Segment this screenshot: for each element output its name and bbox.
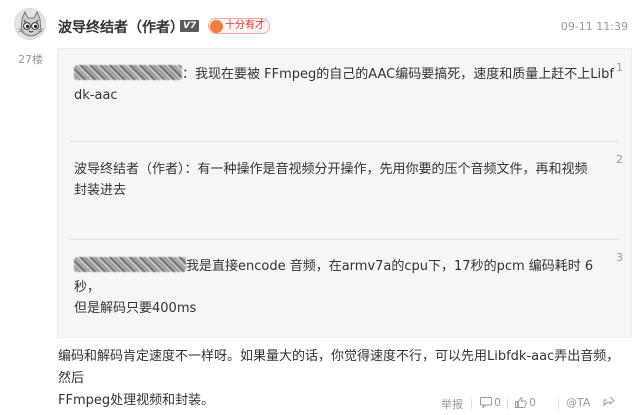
quote-item: 3 我是直接encode 音频，在armv7a的cpu下，17秒的pcm 编码耗… <box>58 241 631 337</box>
talent-badge[interactable]: 十分有才 <box>208 18 270 34</box>
action-divider <box>507 399 508 409</box>
thumbs-up-icon <box>515 397 527 408</box>
quote-line-1: ：有一种操作是音视频分开操作，先用你要的压个音频文件，再和视频 <box>184 162 588 177</box>
report-button[interactable]: 举报 <box>441 396 463 412</box>
avatar[interactable] <box>14 8 46 40</box>
quote-number: 1 <box>616 61 623 74</box>
quote-text: 我是直接encode 音频，在armv7a的cpu下，17秒的pcm 编码耗时 … <box>74 256 614 319</box>
quote-text: ：我现在要被 FFmpeg的自己的AAC编码要搞死，速度和质量上赶不上Libf … <box>74 64 614 106</box>
like-button[interactable]: 0 <box>515 396 536 409</box>
reply-count: 0 <box>494 396 501 409</box>
quote-number: 2 <box>616 153 623 166</box>
quote-line-1: ：我现在要被 FFmpeg的自己的AAC编码要搞死，速度和质量上赶不上Libf <box>182 67 614 82</box>
reply-line-1: 编码和解码肯定速度不一样呀。如果量大的话，你觉得速度不行，可以先用Libfdk-… <box>58 349 620 386</box>
quoted-replies: 1 ：我现在要被 FFmpeg的自己的AAC编码要搞死，速度和质量上赶不上Lib… <box>57 48 632 338</box>
reply-button[interactable]: 0 <box>480 396 501 409</box>
quote-divider <box>70 239 619 240</box>
level-badge[interactable]: V7 <box>180 20 200 32</box>
like-count: 0 <box>529 396 536 409</box>
action-divider <box>558 399 559 409</box>
quote-speaker[interactable]: 波导终结者（作者） <box>74 162 185 177</box>
medal-icon <box>210 19 223 33</box>
talent-badge-label: 十分有才 <box>225 20 265 31</box>
quote-divider <box>70 141 619 142</box>
author-name[interactable]: 波导终结者（作者） <box>58 17 184 37</box>
action-bar: 举报 0 0 @TA <box>0 396 640 414</box>
quote-text: 波导终结者（作者）：有一种操作是音视频分开操作，先用你要的压个音频文件，再和视频… <box>74 159 614 201</box>
floor-number: 27楼 <box>18 53 43 66</box>
cat-avatar-icon <box>15 9 45 39</box>
quote-item: 1 ：我现在要被 FFmpeg的自己的AAC编码要搞死，速度和质量上赶不上Lib… <box>58 49 631 145</box>
quote-line-2: 封装进去 <box>74 183 127 198</box>
share-icon <box>603 396 615 406</box>
at-button[interactable]: @TA <box>566 396 590 409</box>
action-divider <box>471 399 472 409</box>
redacted-username <box>74 257 186 272</box>
redacted-username <box>74 65 182 80</box>
quote-item: 2 波导终结者（作者）：有一种操作是音视频分开操作，先用你要的压个音频文件，再和… <box>58 145 631 241</box>
quote-line-2: 但是解码只要400ms <box>74 301 197 316</box>
post-header: 波导终结者（作者） V7 十分有才 09-11 11:39 <box>58 14 632 36</box>
post-timestamp: 09-11 11:39 <box>560 20 628 33</box>
share-button[interactable] <box>603 396 617 407</box>
quote-number: 3 <box>616 251 623 264</box>
comment-icon <box>480 397 492 408</box>
quote-line-2: dk-aac <box>74 88 118 103</box>
